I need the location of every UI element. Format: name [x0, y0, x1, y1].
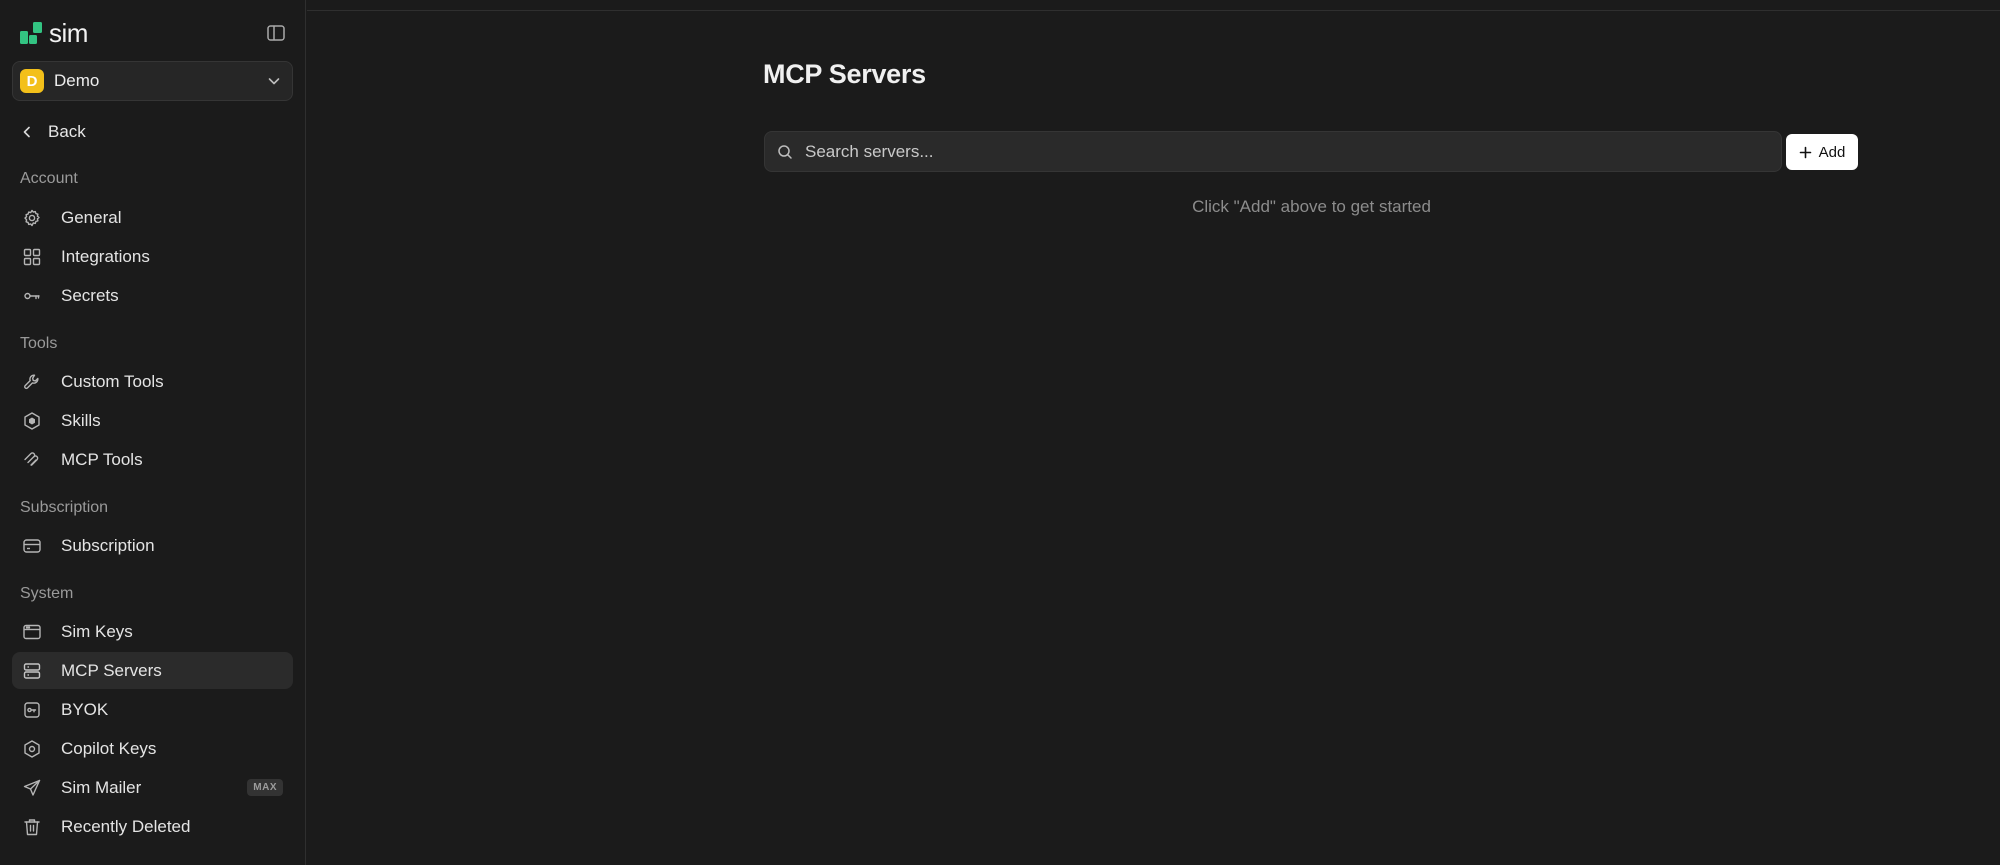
- sidebar-item-label: MCP Servers: [61, 660, 162, 680]
- section-label-account: Account: [20, 170, 78, 187]
- hexagon-outline-icon: [22, 739, 42, 759]
- sidebar-toggle-button[interactable]: [264, 21, 288, 45]
- sidebar-item-recently-deleted[interactable]: Recently Deleted: [12, 808, 293, 845]
- settings-app: sim D Demo Back Account General Integrat…: [0, 0, 2000, 865]
- sidebar-item-label: Secrets: [61, 285, 119, 305]
- sidebar-item-custom-tools[interactable]: Custom Tools: [12, 363, 293, 400]
- sidebar-item-integrations[interactable]: Integrations: [12, 238, 293, 275]
- server-icon: [22, 661, 42, 681]
- sim-logo-icon: [20, 22, 42, 44]
- sidebar-item-mcp-servers[interactable]: MCP Servers: [12, 652, 293, 689]
- search-field[interactable]: [764, 131, 1782, 172]
- sidebar-item-label: Skills: [61, 410, 101, 430]
- sidebar-item-label: Sim Keys: [61, 621, 133, 641]
- sidebar-item-label: MCP Tools: [61, 449, 143, 469]
- sidebar-item-general[interactable]: General: [12, 199, 293, 236]
- page-title: MCP Servers: [763, 59, 926, 89]
- gear-icon: [22, 208, 42, 228]
- back-button[interactable]: Back: [20, 118, 86, 146]
- chevron-down-icon: [268, 78, 280, 85]
- empty-state-hint: Click "Add" above to get started: [1192, 197, 1431, 216]
- sidebar-item-label: Subscription: [61, 535, 155, 555]
- search-icon: [778, 144, 792, 159]
- sidebar-item-sim-keys[interactable]: Sim Keys: [12, 613, 293, 650]
- sidebar-item-secrets[interactable]: Secrets: [12, 277, 293, 314]
- browser-window-icon: [22, 622, 42, 642]
- hexagon-icon: [22, 411, 42, 431]
- sidebar-item-label: Recently Deleted: [61, 816, 191, 836]
- sidebar-panel-icon: [267, 25, 285, 41]
- workspace-switcher[interactable]: D Demo: [12, 61, 293, 101]
- sidebar-item-byok[interactable]: BYOK: [12, 691, 293, 728]
- trash-icon: [22, 817, 42, 837]
- wrench-icon: [22, 372, 42, 392]
- credit-card-icon: [22, 536, 42, 556]
- sidebar-item-label: Integrations: [61, 246, 150, 266]
- plan-badge: MAX: [247, 779, 283, 796]
- mcp-icon: [22, 450, 42, 470]
- sidebar-item-label: General: [61, 207, 122, 227]
- sidebar-item-mcp-tools[interactable]: MCP Tools: [12, 441, 293, 478]
- search-input[interactable]: [803, 140, 1763, 163]
- brand[interactable]: sim: [20, 18, 88, 48]
- sidebar-item-label: BYOK: [61, 699, 109, 719]
- key-card-icon: [22, 700, 42, 720]
- section-label-subscription: Subscription: [20, 499, 109, 516]
- send-icon: [22, 778, 42, 798]
- chevron-left-icon: [23, 126, 30, 138]
- add-server-button[interactable]: Add: [1786, 134, 1858, 170]
- sidebar-item-label: Copilot Keys: [61, 738, 157, 758]
- key-icon: [22, 286, 42, 306]
- sidebar-item-label: Custom Tools: [61, 371, 164, 391]
- grid-blocks-icon: [22, 247, 42, 267]
- section-label-tools: Tools: [20, 335, 58, 352]
- workspace-avatar: D: [20, 69, 44, 93]
- sidebar-item-skills[interactable]: Skills: [12, 402, 293, 439]
- brand-name: sim: [49, 18, 88, 48]
- sidebar-item-subscription[interactable]: Subscription: [12, 527, 293, 564]
- main-panel: MCP Servers Add Click "Add" above to get…: [307, 10, 2000, 865]
- sidebar-item-sim-mailer[interactable]: Sim Mailer MAX: [12, 769, 293, 806]
- workspace-name: Demo: [54, 71, 100, 90]
- plus-icon: [1799, 146, 1811, 158]
- back-label: Back: [48, 122, 86, 141]
- sidebar-item-copilot-keys[interactable]: Copilot Keys: [12, 730, 293, 767]
- section-label-system: System: [20, 585, 74, 602]
- sidebar: sim D Demo Back Account General Integrat…: [0, 0, 306, 865]
- sidebar-item-label: Sim Mailer: [61, 777, 142, 797]
- add-button-label: Add: [1818, 143, 1846, 161]
